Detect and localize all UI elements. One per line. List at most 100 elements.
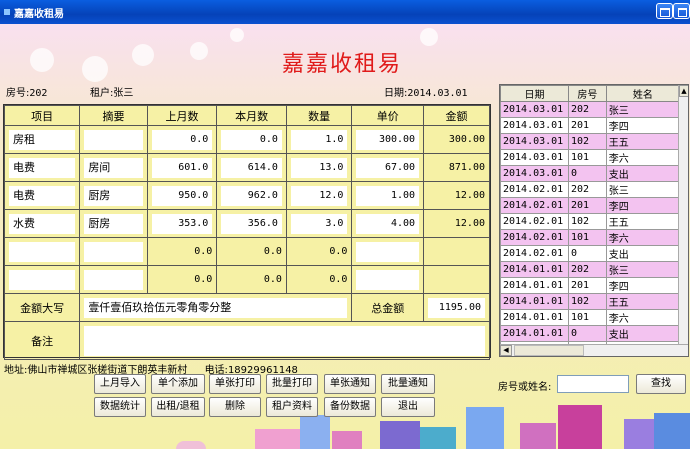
- item-field[interactable]: [9, 241, 76, 262]
- import-last-month-button[interactable]: 上月导入: [94, 374, 146, 394]
- amount-words-field[interactable]: 壹仟壹佰玖拾伍元零角零分整: [84, 297, 348, 318]
- list-cell-room: 202: [567, 101, 607, 118]
- summary-field[interactable]: [84, 129, 143, 150]
- search-button[interactable]: 查找: [636, 374, 686, 394]
- scroll-up-icon[interactable]: ▲: [679, 85, 688, 97]
- last-reading-field[interactable]: 0.0: [152, 274, 212, 285]
- list-row[interactable]: 2014.02.01 101 李六: [500, 229, 681, 246]
- summary-field[interactable]: 房间: [84, 157, 143, 178]
- scrollbar-thumb[interactable]: [514, 345, 584, 356]
- list-row[interactable]: 2014.03.01 101 李六: [500, 149, 681, 166]
- list-cell-name: 张三: [605, 181, 681, 198]
- notice-single-button[interactable]: 单张通知: [324, 374, 376, 394]
- statistics-button[interactable]: 数据统计: [94, 397, 146, 417]
- quantity-field[interactable]: 0.0: [291, 246, 347, 257]
- list-cell-date: 2014.03.01: [500, 133, 569, 150]
- room-value: 202: [29, 88, 48, 99]
- app-title: 嘉嘉收租易: [282, 52, 403, 77]
- exit-button[interactable]: 退出: [381, 397, 435, 417]
- unit-price-field[interactable]: [356, 269, 420, 290]
- list-header-row: 日期 房号 姓名: [500, 85, 681, 102]
- tenant-info: 租户:张三: [90, 84, 133, 99]
- search-input[interactable]: [557, 375, 629, 393]
- column-header-room[interactable]: 房号: [567, 85, 607, 102]
- list-cell-date: 2014.01.01: [500, 309, 569, 326]
- quantity-field[interactable]: 12.0: [290, 185, 348, 206]
- list-row[interactable]: 2014.03.01 201 李四: [500, 117, 681, 134]
- summary-field[interactable]: [84, 269, 143, 290]
- list-row[interactable]: 2014.03.01 102 王五: [500, 133, 681, 150]
- current-reading-field[interactable]: 614.0: [221, 157, 282, 178]
- item-field[interactable]: [9, 269, 76, 290]
- list-cell-name: 李六: [605, 309, 681, 326]
- list-cell-date: 2014.02.01: [500, 245, 569, 262]
- summary-field[interactable]: 厨房: [84, 213, 143, 234]
- building-decoration: [420, 427, 456, 449]
- total-field[interactable]: 1195.00: [428, 297, 485, 318]
- current-reading-field[interactable]: 0.0: [221, 246, 282, 257]
- column-header: 单价: [351, 105, 425, 126]
- current-reading-field[interactable]: 962.0: [221, 185, 282, 206]
- last-reading-field[interactable]: 0.0: [151, 129, 213, 150]
- amount-value: 12.00: [454, 218, 485, 229]
- remarks-field[interactable]: [84, 325, 485, 356]
- list-cell-date: 2014.01.01: [500, 325, 569, 342]
- current-reading-field[interactable]: 0.0: [221, 274, 282, 285]
- summary-field[interactable]: [84, 241, 143, 262]
- records-list[interactable]: 日期 房号 姓名 2014.03.01 202 张三 2014.03.01 201 李四…: [499, 84, 689, 357]
- unit-price-field[interactable]: 1.00: [356, 185, 420, 206]
- list-row[interactable]: 2014.02.01 0 支出: [500, 245, 681, 262]
- list-row[interactable]: 2014.01.01 102 王五: [500, 293, 681, 310]
- last-reading-field[interactable]: 0.0: [152, 246, 212, 257]
- backup-button[interactable]: 备份数据: [324, 397, 376, 417]
- notice-batch-button[interactable]: 批量通知: [381, 374, 435, 394]
- print-single-button[interactable]: 单张打印: [209, 374, 261, 394]
- quantity-field[interactable]: 0.0: [291, 274, 347, 285]
- list-cell-name: 李六: [605, 149, 681, 166]
- column-header-name[interactable]: 姓名: [605, 85, 681, 102]
- unit-price-field[interactable]: 300.00: [356, 129, 420, 150]
- list-row[interactable]: 2014.02.01 102 王五: [500, 213, 681, 230]
- tenant-info-button[interactable]: 租户资料: [266, 397, 318, 417]
- list-row[interactable]: 2014.01.01 0 支出: [500, 325, 681, 342]
- add-single-button[interactable]: 单个添加: [151, 374, 205, 394]
- item-field[interactable]: 电费: [9, 185, 76, 206]
- quantity-field[interactable]: 1.0: [290, 129, 348, 150]
- restore-button[interactable]: [656, 3, 673, 19]
- unit-price-field[interactable]: 4.00: [356, 213, 420, 234]
- current-reading-field[interactable]: 0.0: [221, 129, 282, 150]
- list-cell-name: 张三: [605, 261, 681, 278]
- list-cell-room: 101: [567, 229, 607, 246]
- last-reading-field[interactable]: 950.0: [151, 185, 213, 206]
- unit-price-field[interactable]: [356, 241, 420, 262]
- vertical-scrollbar[interactable]: ▲: [678, 85, 688, 346]
- list-row[interactable]: 2014.03.01 0 支出: [500, 165, 681, 182]
- total-label: 总金额: [351, 293, 425, 322]
- column-header-date[interactable]: 日期: [500, 85, 569, 102]
- unit-price-field[interactable]: 67.00: [356, 157, 420, 178]
- item-field[interactable]: 电费: [9, 157, 76, 178]
- list-row[interactable]: 2014.02.01 201 李四: [500, 197, 681, 214]
- maximize-button[interactable]: [673, 3, 690, 19]
- list-cell-room: 102: [567, 213, 607, 230]
- rent-in-out-button[interactable]: 出租/退租: [151, 397, 205, 417]
- last-reading-field[interactable]: 353.0: [151, 213, 213, 234]
- current-reading-field[interactable]: 356.0: [221, 213, 282, 234]
- item-field[interactable]: 房租: [9, 129, 76, 150]
- list-row[interactable]: 2014.01.01 202 张三: [500, 261, 681, 278]
- list-cell-name: 支出: [605, 325, 681, 342]
- delete-button[interactable]: 删除: [209, 397, 261, 417]
- remarks-row: 备注: [3, 321, 490, 360]
- quantity-field[interactable]: 3.0: [290, 213, 348, 234]
- horizontal-scrollbar[interactable]: ◀: [500, 344, 688, 356]
- summary-field[interactable]: 厨房: [84, 185, 143, 206]
- list-row[interactable]: 2014.01.01 101 李六: [500, 309, 681, 326]
- list-row[interactable]: 2014.01.01 201 李四: [500, 277, 681, 294]
- list-row[interactable]: 2014.03.01 202 张三: [500, 101, 681, 118]
- scroll-left-icon[interactable]: ◀: [500, 345, 512, 356]
- quantity-field[interactable]: 13.0: [290, 157, 348, 178]
- print-batch-button[interactable]: 批量打印: [266, 374, 318, 394]
- last-reading-field[interactable]: 601.0: [151, 157, 213, 178]
- item-field[interactable]: 水费: [9, 213, 76, 234]
- list-row[interactable]: 2014.02.01 202 张三: [500, 181, 681, 198]
